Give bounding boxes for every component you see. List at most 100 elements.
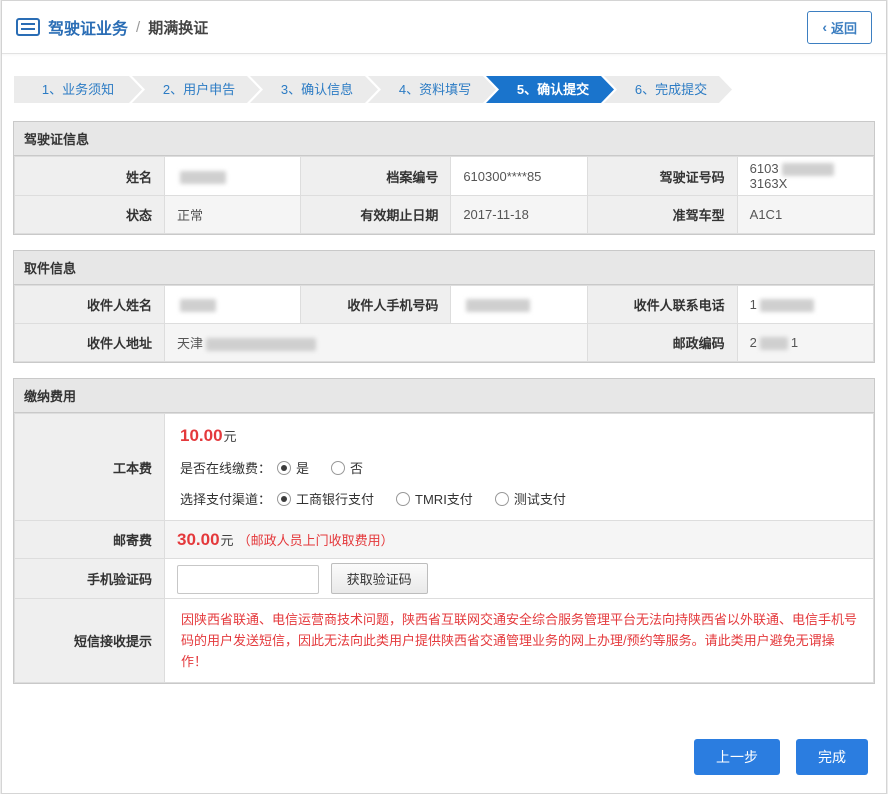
license-number-value: 61033163X [737,157,873,196]
sms-notice-cell: 因陕西省联通、电信运营商技术问题，陕西省互联网交通安全综合服务管理平台无法向持陕… [165,599,874,683]
page-title: 驾驶证业务 [48,15,128,39]
name-label: 姓名 [15,157,165,196]
pickup-info-section-title: 取件信息 [14,251,874,285]
step-1-business-notice[interactable]: 1、业务须知 [14,76,142,103]
step-4-fill-info[interactable]: 4、资料填写 [368,76,496,103]
online-payment-yes-label: 是 [296,458,309,477]
postage-cell: 30.00元 （邮政人员上门收取费用） [165,521,874,559]
license-number-prefix: 6103 [750,161,779,176]
pickup-info-table: 收件人姓名 收件人手机号码 收件人联系电话 1 收件人地址 天津 邮政编码 21 [14,285,874,362]
status-label: 状态 [15,196,165,234]
back-button[interactable]: ‹ 返回 [807,11,872,44]
back-chevron-icon: ‹ [822,20,827,34]
breadcrumb-divider: / [136,19,140,36]
redacted-phone-digits [760,299,814,312]
channel-tmri-option[interactable]: TMRI支付 [396,489,473,508]
table-row: 收件人姓名 收件人手机号码 收件人联系电话 1 [15,286,874,324]
production-cost-cell: 10.00元 是否在线缴费： 是 否 选择支 [165,414,874,521]
sms-notice-label: 短信接收提示 [15,599,165,683]
channel-test-label: 测试支付 [514,489,566,508]
table-row: 短信接收提示 因陕西省联通、电信运营商技术问题，陕西省互联网交通安全综合服务管理… [15,599,874,683]
license-number-suffix: 3163X [750,176,788,191]
topbar: 驾驶证业务 / 期满换证 ‹ 返回 [2,1,886,54]
redacted-name [180,171,226,184]
expiry-value: 2017-11-18 [451,196,587,234]
pickup-info-section: 取件信息 收件人姓名 收件人手机号码 收件人联系电话 1 收件人地址 天津 邮政… [13,250,875,363]
table-row: 状态 正常 有效期止日期 2017-11-18 准驾车型 A1C1 [15,196,874,234]
radio-unchecked-icon[interactable] [495,492,509,506]
step-3-confirm-info[interactable]: 3、确认信息 [250,76,378,103]
postage-label: 邮寄费 [15,521,165,559]
redacted-mobile [466,299,530,312]
license-business-icon [16,18,40,36]
license-info-section-title: 驾驶证信息 [14,122,874,156]
production-cost-unit: 元 [224,429,237,444]
get-captcha-button[interactable]: 获取验证码 [331,563,428,594]
radio-checked-icon[interactable] [277,461,291,475]
online-payment-question: 是否在线缴费： [180,458,271,477]
production-cost-label: 工本费 [15,414,165,521]
production-cost-amount: 10.00元 [180,426,858,446]
recipient-name-value [165,286,301,324]
channel-icbc-label: 工商银行支付 [296,489,374,508]
step-2-user-declaration[interactable]: 2、用户申告 [132,76,260,103]
fees-section-title: 缴纳费用 [14,379,874,413]
online-payment-yes-option[interactable]: 是 [277,458,309,477]
step-6-complete-submit[interactable]: 6、完成提交 [604,76,732,103]
captcha-label: 手机验证码 [15,559,165,599]
postal-code-value: 21 [737,324,873,362]
postal-prefix: 2 [750,335,757,350]
postage-note: （邮政人员上门收取费用） [238,533,394,548]
table-row: 邮寄费 30.00元 （邮政人员上门收取费用） [15,521,874,559]
radio-unchecked-icon[interactable] [396,492,410,506]
recipient-mobile-value [451,286,587,324]
postage-price: 30.00 [177,530,220,549]
redacted-license-digits [782,163,834,176]
recipient-address-label: 收件人地址 [15,324,165,362]
radio-checked-icon[interactable] [277,492,291,506]
online-payment-row: 是否在线缴费： 是 否 [180,458,858,477]
recipient-mobile-label: 收件人手机号码 [301,286,451,324]
sms-notice-text: 因陕西省联通、电信运营商技术问题，陕西省互联网交通安全综合服务管理平台无法向持陕… [177,603,861,678]
breadcrumb-current: 期满换证 [148,17,208,38]
online-payment-no-label: 否 [350,458,363,477]
finish-button[interactable]: 完成 [796,739,868,775]
production-cost-price: 10.00 [180,426,223,445]
address-prefix: 天津 [177,336,203,351]
step-5-confirm-submit-active[interactable]: 5、确认提交 [486,76,614,103]
table-row: 工本费 10.00元 是否在线缴费： 是 否 [15,414,874,521]
captcha-cell: 获取验证码 [165,559,874,599]
status-value: 正常 [165,196,301,234]
redacted-recipient-name [180,299,216,312]
redacted-postal-digits [760,337,788,350]
file-number-value: 610300****85 [451,157,587,196]
breadcrumb: 驾驶证业务 / 期满换证 [16,15,208,39]
phone-prefix: 1 [750,297,757,312]
payment-channel-row: 选择支付渠道： 工商银行支付 TMRI支付 测试支付 [180,489,858,508]
channel-icbc-option[interactable]: 工商银行支付 [277,489,374,508]
captcha-input[interactable] [177,565,319,594]
postage-unit: 元 [221,533,234,548]
expiry-label: 有效期止日期 [301,196,451,234]
back-button-label: 返回 [831,18,857,37]
table-row: 手机验证码 获取验证码 [15,559,874,599]
redacted-address [206,338,316,351]
payment-channel-question: 选择支付渠道： [180,489,271,508]
recipient-phone-label: 收件人联系电话 [587,286,737,324]
footer-actions: 上一步 完成 [2,699,886,793]
license-number-label: 驾驶证号码 [587,157,737,196]
license-info-table: 姓名 档案编号 610300****85 驾驶证号码 61033163X 状态 … [14,156,874,234]
file-number-label: 档案编号 [301,157,451,196]
online-payment-no-option[interactable]: 否 [331,458,363,477]
channel-tmri-label: TMRI支付 [415,489,473,508]
page: 驾驶证业务 / 期满换证 ‹ 返回 1、业务须知 2、用户申告 3、确认信息 4… [1,0,887,794]
vehicle-type-label: 准驾车型 [587,196,737,234]
fees-section: 缴纳费用 工本费 10.00元 是否在线缴费： 是 [13,378,875,684]
postal-code-label: 邮政编码 [587,324,737,362]
channel-test-option[interactable]: 测试支付 [495,489,566,508]
previous-step-button[interactable]: 上一步 [694,739,780,775]
recipient-address-value: 天津 [165,324,588,362]
radio-unchecked-icon[interactable] [331,461,345,475]
step-wizard: 1、业务须知 2、用户申告 3、确认信息 4、资料填写 5、确认提交 6、完成提… [2,54,886,121]
table-row: 姓名 档案编号 610300****85 驾驶证号码 61033163X [15,157,874,196]
